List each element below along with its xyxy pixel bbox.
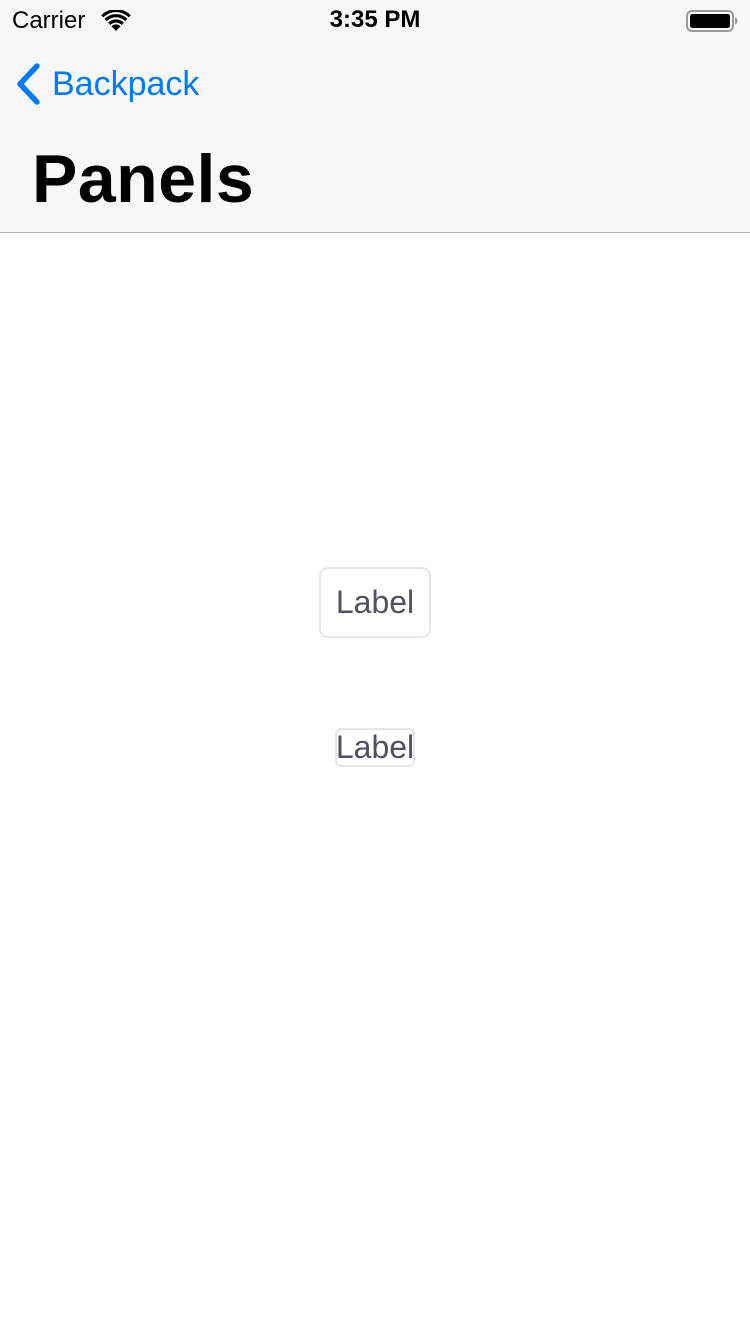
navigation-header: Carrier 3:35 PM Backpack Panels xyxy=(0,0,750,233)
screen: Carrier 3:35 PM Backpack Panels Label La… xyxy=(0,0,750,1334)
status-time: 3:35 PM xyxy=(329,6,421,33)
unpadded-panel: Label xyxy=(335,728,415,767)
back-button-label: Backpack xyxy=(52,64,200,103)
page-title: Panels xyxy=(32,141,255,217)
chevron-left-icon xyxy=(17,63,40,105)
status-bar: Carrier 3:35 PM xyxy=(0,0,750,40)
battery-icon xyxy=(686,10,738,32)
padded-panel: Label xyxy=(319,567,431,638)
unpadded-panel-label: Label xyxy=(335,729,415,765)
back-button[interactable]: Backpack xyxy=(16,62,199,106)
padded-panel-label: Label xyxy=(335,584,415,620)
